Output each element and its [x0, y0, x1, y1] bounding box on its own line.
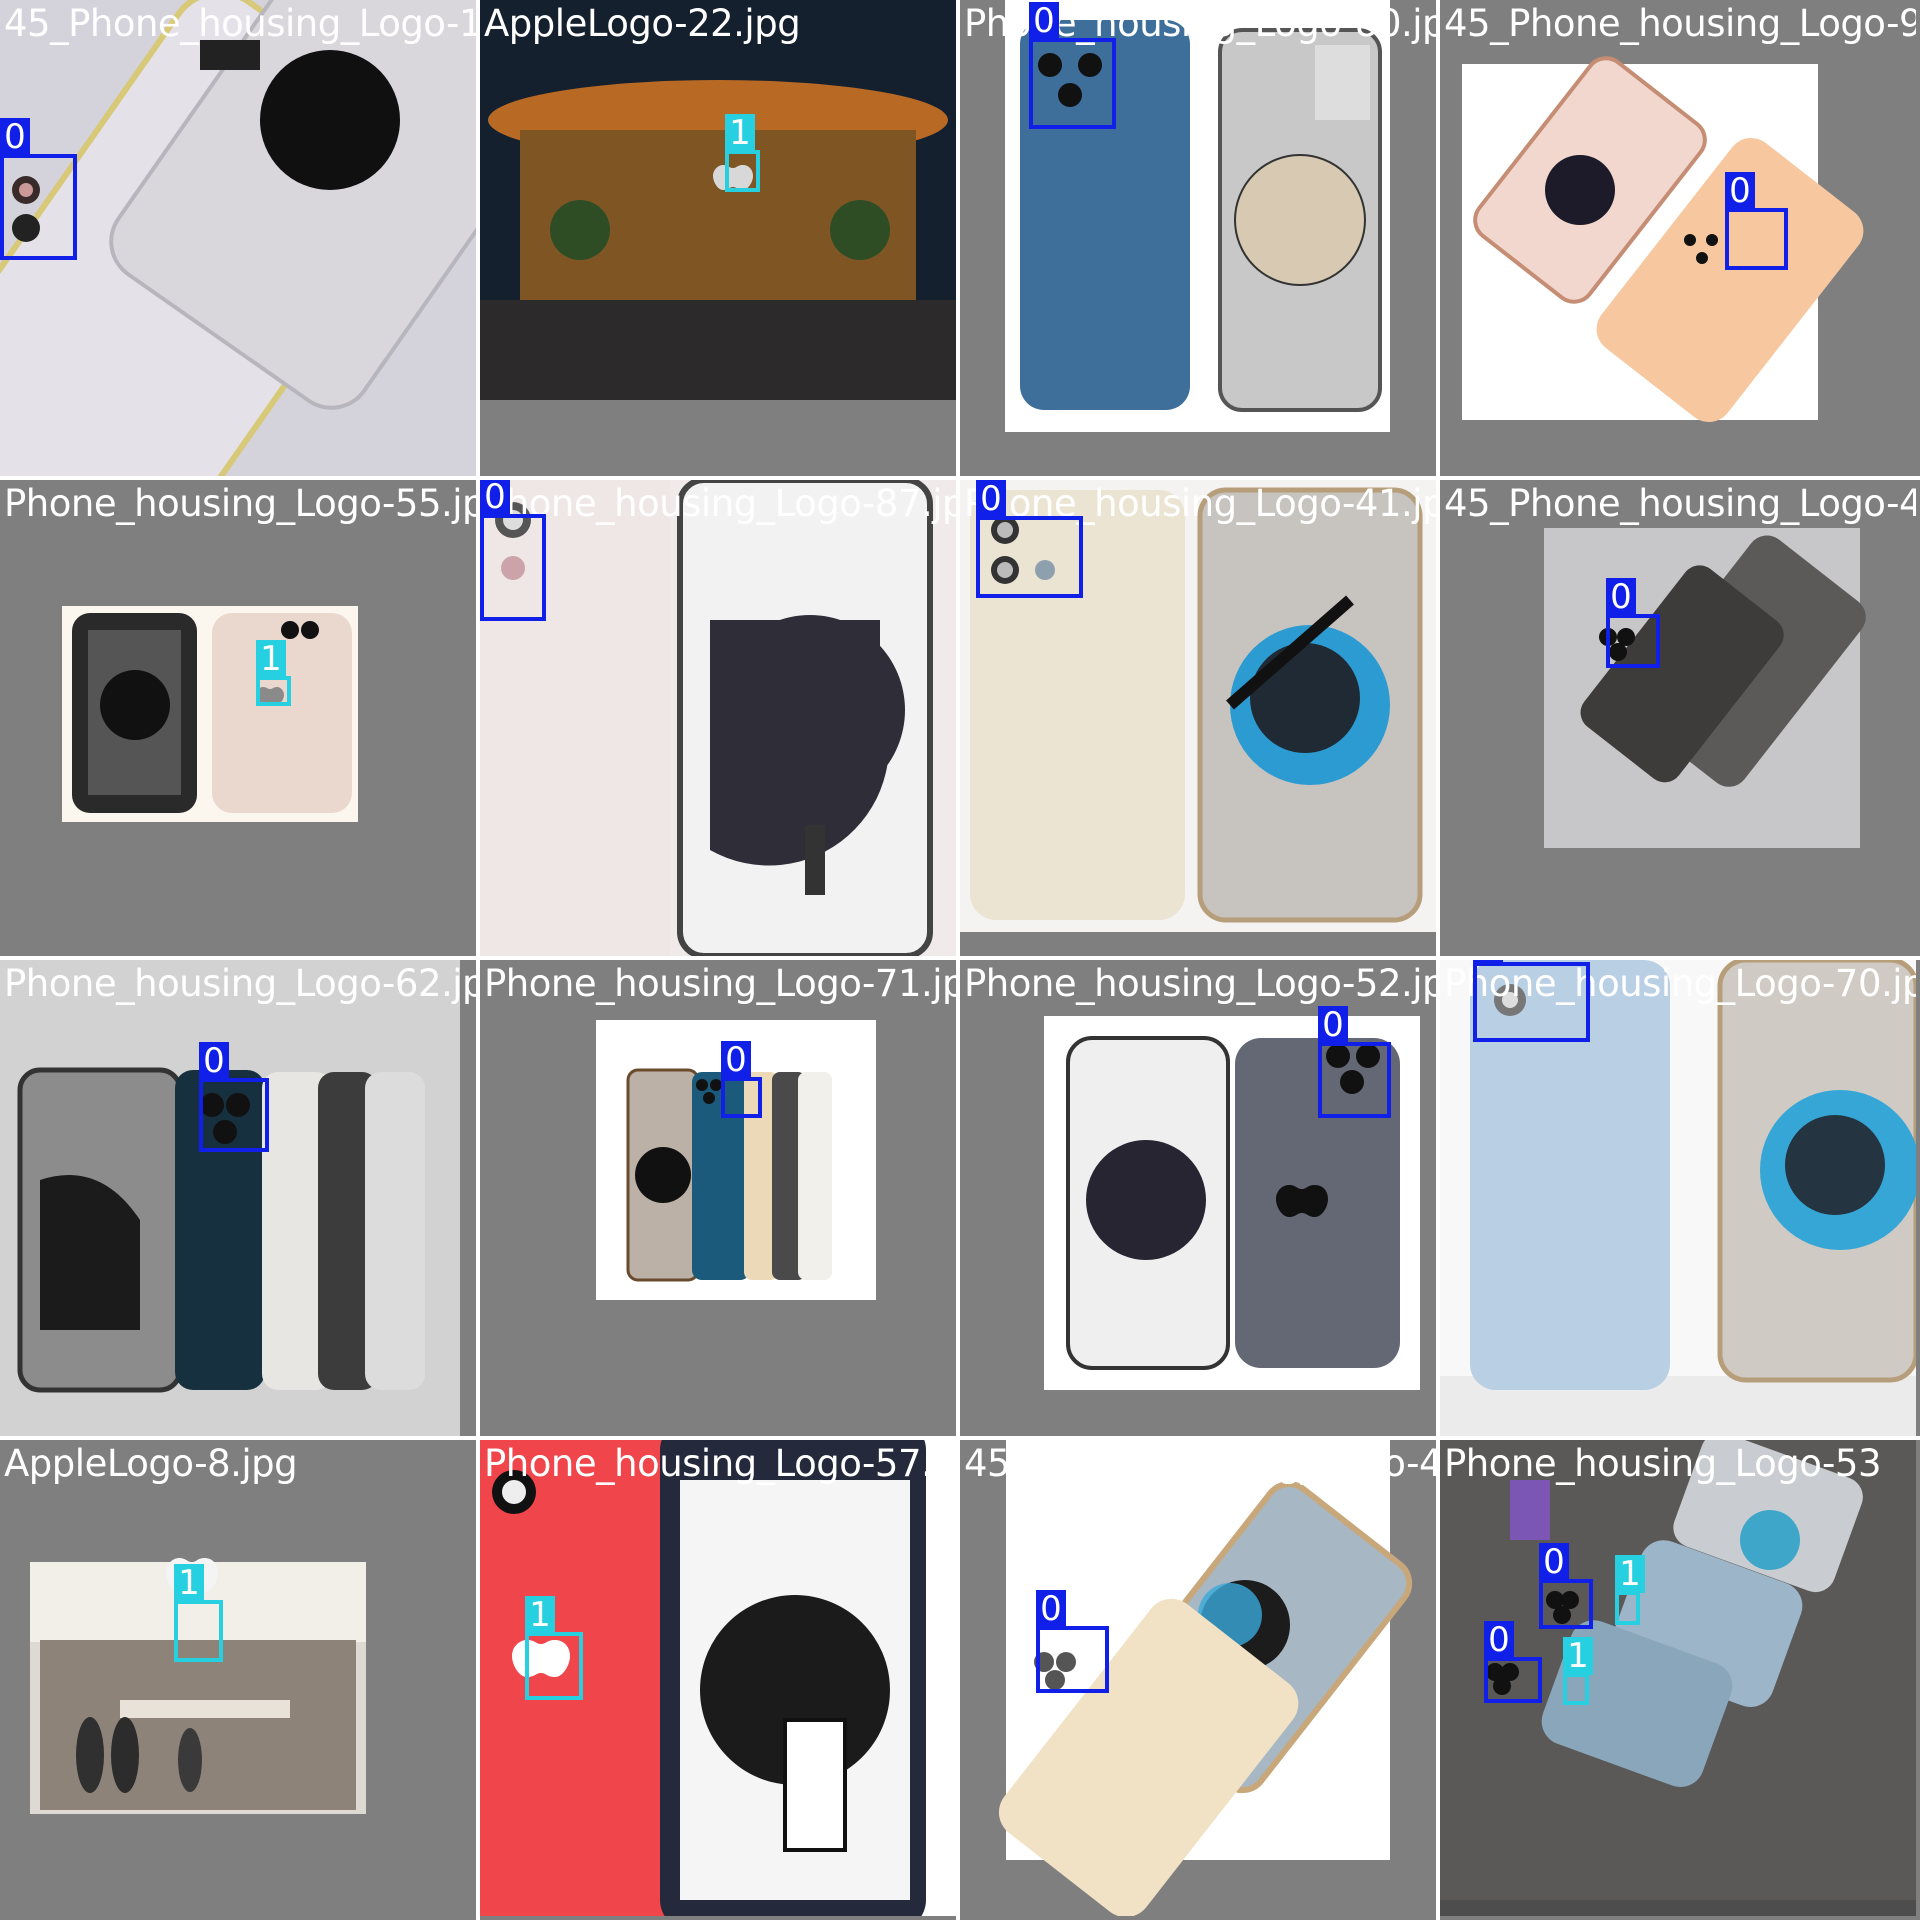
- tile-filename: Phone_housing_Logo-52.jpg: [964, 962, 1436, 1005]
- mosaic-tile: Phone_housing_Logo-70.jpg 0: [1440, 960, 1916, 1436]
- tile-filename: Phone_housing_Logo-55.jpg: [4, 482, 476, 525]
- mosaic-tile: Phone_housing_Logo-52.jpg 0: [960, 960, 1436, 1436]
- tile-photo: [960, 960, 1436, 1436]
- detection-mosaic: 45_Phone_housing_Logo-109.jpg 0 AppleLog…: [0, 0, 1920, 1920]
- box-class-label: 0: [1036, 1590, 1066, 1628]
- mosaic-tile: Phone_housing_Logo-71.jpg 0: [480, 960, 956, 1436]
- tile-filename: 45_Phone_housing_Logo-43.jpg: [964, 1442, 1436, 1485]
- tile-filename: 45_Phone_housing_Logo-91: [1444, 2, 1916, 45]
- tile-filename: AppleLogo-22.jpg: [484, 2, 801, 45]
- bounding-box: 1: [1563, 1637, 1593, 1705]
- bounding-box: 0: [199, 1042, 269, 1152]
- tile-photo: [960, 1440, 1436, 1916]
- tile-filename: Phone_housing_Logo-53: [1444, 1442, 1882, 1485]
- bounding-box: 1: [725, 114, 760, 192]
- bounding-box: 0: [1484, 1621, 1542, 1703]
- bounding-box: 0: [1029, 2, 1116, 129]
- mosaic-tile: 45_Phone_housing_Logo-109.jpg 0: [0, 0, 476, 476]
- mosaic-tile: AppleLogo-8.jpg 1: [0, 1440, 476, 1916]
- bounding-box: 0: [976, 480, 1083, 598]
- bounding-box: 0: [1606, 578, 1660, 668]
- tile-photo: [1440, 480, 1916, 956]
- tile-filename: Phone_housing_Logo-62.jpg: [4, 962, 476, 1005]
- box-class-label: 0: [1725, 172, 1755, 210]
- box-class-label: 1: [1563, 1637, 1593, 1675]
- grid-divider: [1436, 0, 1440, 1920]
- box-class-label: 1: [174, 1564, 204, 1602]
- mosaic-tile: 45_Phone_housing_Logo-46 0: [1440, 480, 1916, 956]
- tile-photo: [0, 480, 476, 956]
- bounding-box: 0: [1473, 960, 1590, 1042]
- bounding-box: 0: [1036, 1590, 1109, 1693]
- bounding-box: 0: [1318, 1006, 1391, 1118]
- box-class-label: 0: [1606, 578, 1636, 616]
- bounding-box: 0: [1725, 172, 1788, 270]
- tile-photo: [480, 0, 956, 476]
- box-class-label: 1: [1615, 1555, 1645, 1593]
- mosaic-tile: Phone_housing_Logo-62.jpg 0: [0, 960, 476, 1436]
- box-class-label: 0: [721, 1041, 751, 1079]
- box-class-label: 1: [525, 1596, 555, 1634]
- grid-divider: [476, 0, 480, 1920]
- tile-photo: [480, 960, 956, 1436]
- tile-photo: [0, 1440, 476, 1916]
- box-class-label: 0: [1473, 960, 1503, 964]
- grid-divider: [0, 1436, 1920, 1440]
- tile-filename: AppleLogo-8.jpg: [4, 1442, 298, 1485]
- box-class-label: 0: [1318, 1006, 1348, 1044]
- tile-photo: [1440, 0, 1916, 476]
- tile-filename: Phone_housing_Logo-57.jpg: [484, 1442, 956, 1485]
- bounding-box: 1: [174, 1564, 223, 1662]
- bounding-box: 0: [0, 118, 77, 260]
- tile-filename: 45_Phone_housing_Logo-109.jpg: [4, 2, 476, 45]
- grid-divider: [0, 476, 1920, 480]
- bounding-box: 0: [1539, 1543, 1593, 1629]
- bounding-box: 0: [721, 1041, 762, 1118]
- grid-divider: [0, 956, 1920, 960]
- tile-filename: Phone_housing_Logo-71.jpg: [484, 962, 956, 1005]
- box-class-label: 0: [1029, 2, 1059, 40]
- tile-photo: [0, 960, 476, 1436]
- tile-photo: [480, 480, 956, 956]
- tile-filename: 45_Phone_housing_Logo-46: [1444, 482, 1916, 525]
- box-class-label: 0: [199, 1042, 229, 1080]
- mosaic-tile: Phone_housing_Logo-53 0 1 0 1: [1440, 1440, 1916, 1916]
- box-class-label: 0: [0, 118, 30, 156]
- bounding-box: 1: [256, 640, 291, 706]
- mosaic-tile: Phone_housing_Logo-55.jpg 1: [0, 480, 476, 956]
- tile-filename: Phone_housing_Logo-87.jpg: [484, 482, 956, 525]
- box-class-label: 1: [256, 640, 286, 678]
- mosaic-tile: Phone_housing_Logo-57.jpg 1: [480, 1440, 956, 1916]
- box-class-label: 0: [1539, 1543, 1569, 1581]
- grid-divider: [956, 0, 960, 1920]
- bounding-box: 0: [480, 480, 546, 621]
- box-class-label: 1: [725, 114, 755, 152]
- box-class-label: 0: [976, 480, 1006, 518]
- bounding-box: 1: [1615, 1555, 1645, 1625]
- mosaic-tile: 45_Phone_housing_Logo-91 0: [1440, 0, 1916, 476]
- mosaic-tile: Phone_housing_Logo-80.jpg 0: [960, 0, 1436, 476]
- mosaic-tile: Phone_housing_Logo-41.jpg 0: [960, 480, 1436, 956]
- bounding-box: 1: [525, 1596, 583, 1700]
- box-class-label: 0: [1484, 1621, 1514, 1659]
- mosaic-tile: AppleLogo-22.jpg 1: [480, 0, 956, 476]
- box-class-label: 0: [480, 480, 510, 516]
- mosaic-tile: 45_Phone_housing_Logo-43.jpg 0: [960, 1440, 1436, 1916]
- mosaic-tile: Phone_housing_Logo-87.jpg 0: [480, 480, 956, 956]
